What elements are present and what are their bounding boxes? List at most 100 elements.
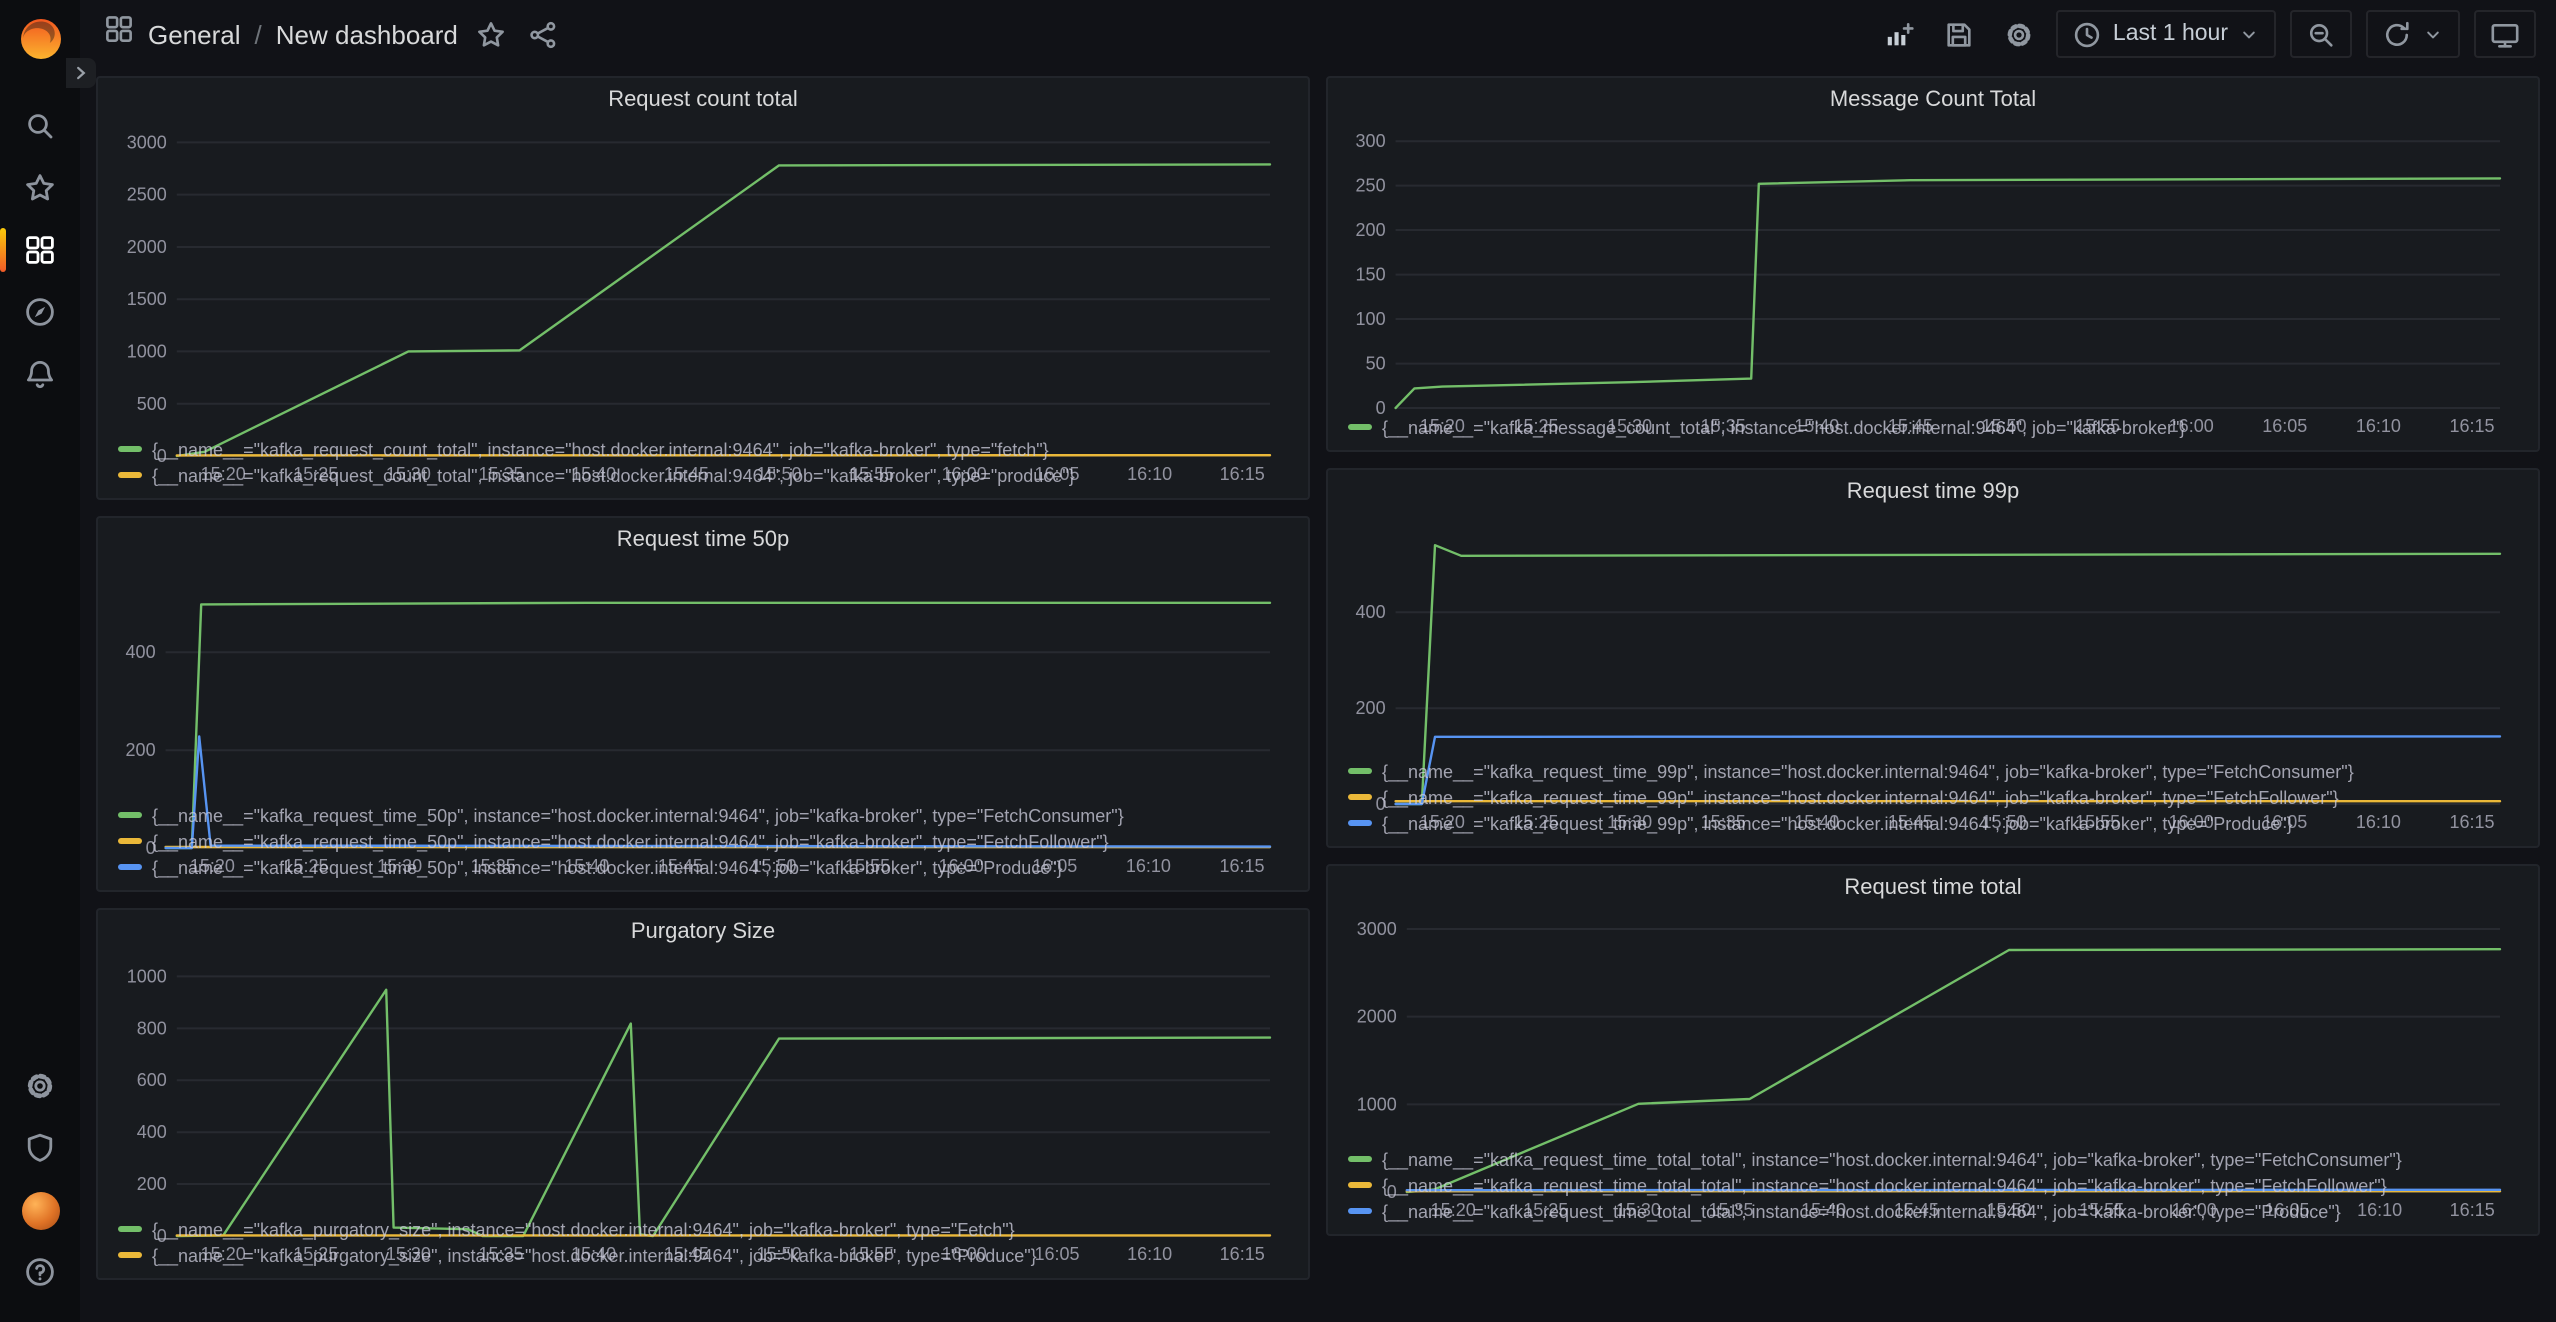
time-series-chart[interactable]: 0200400600800100015:2015:2515:3015:3515:… <box>116 950 1290 1216</box>
svg-text:400: 400 <box>126 642 156 662</box>
svg-text:500: 500 <box>137 394 167 414</box>
dashboards-grid-icon <box>24 234 56 266</box>
time-series-chart[interactable]: 010002000300015:2015:2515:3015:3515:4015… <box>1346 906 2520 1146</box>
add-panel-button[interactable] <box>1877 10 1923 58</box>
svg-text:1500: 1500 <box>127 289 167 309</box>
panel-title[interactable]: Message Count Total <box>1346 84 2520 118</box>
legend-item[interactable]: {__name__="kafka_purgatory_size", instan… <box>118 1216 1290 1242</box>
dashboard-settings-button[interactable] <box>1997 10 2043 58</box>
sidebar-item-dashboards[interactable] <box>12 222 68 278</box>
dashboard-column-right: Message Count Total 05010015020025030015… <box>1326 76 2540 1236</box>
series-color-swatch <box>1348 820 1372 826</box>
grafana-app: General / New dashboard <box>0 0 2556 1322</box>
dashboard-column-left: Request count total 05001000150020002500… <box>96 76 1310 1280</box>
sidebar-item-configuration[interactable] <box>12 1058 68 1114</box>
time-range-picker[interactable]: Last 1 hour <box>2057 10 2276 58</box>
panel-title[interactable]: Purgatory Size <box>116 916 1290 950</box>
svg-text:50: 50 <box>1366 354 1386 374</box>
svg-text:200: 200 <box>137 1174 167 1194</box>
legend-item[interactable]: {__name__="kafka_request_time_total_tota… <box>1348 1146 2520 1172</box>
series-color-swatch <box>1348 794 1372 800</box>
breadcrumb-folder[interactable]: General <box>148 19 241 49</box>
series-color-swatch <box>1348 1156 1372 1162</box>
apps-grid-icon <box>104 14 134 54</box>
svg-text:300: 300 <box>1356 131 1386 151</box>
series-color-swatch <box>1348 1208 1372 1214</box>
sidebar-item-alerting[interactable] <box>12 346 68 402</box>
chevron-down-icon <box>2238 23 2260 45</box>
legend-item[interactable]: {__name__="kafka_request_time_99p", inst… <box>1348 784 2520 810</box>
legend-item[interactable]: {__name__="kafka_request_time_50p", inst… <box>118 802 1290 828</box>
series-label: {__name__="kafka_request_time_50p", inst… <box>152 805 1124 825</box>
series-label: {__name__="kafka_request_time_99p", inst… <box>1382 761 2354 781</box>
save-dashboard-button[interactable] <box>1937 10 1983 58</box>
panel-title[interactable]: Request time 99p <box>1346 476 2520 510</box>
series-label: {__name__="kafka_request_time_99p", inst… <box>1382 813 2293 833</box>
dashboard-grid: Request count total 05001000150020002500… <box>80 68 2556 1322</box>
sidebar <box>0 0 80 1322</box>
panel-title[interactable]: Request time total <box>1346 872 2520 906</box>
legend-item[interactable]: {__name__="kafka_request_count_total", i… <box>118 436 1290 462</box>
help-circle-icon <box>24 1256 56 1288</box>
zoom-out-time-button[interactable] <box>2290 10 2352 58</box>
grafana-logo[interactable] <box>15 14 65 64</box>
gear-icon <box>24 1070 56 1102</box>
panel-request-time-total: Request time total 010002000300015:2015:… <box>1326 864 2540 1236</box>
sidebar-item-search[interactable] <box>12 98 68 154</box>
series-color-swatch <box>118 1252 142 1258</box>
sidebar-top-nav <box>12 92 68 408</box>
chevron-right-icon <box>72 64 90 82</box>
chevron-down-icon <box>2422 23 2444 45</box>
kiosk-mode-button[interactable] <box>2474 10 2536 58</box>
svg-text:1000: 1000 <box>127 341 167 361</box>
refresh-icon <box>2382 19 2412 49</box>
panel-request-count-total: Request count total 05001000150020002500… <box>96 76 1310 500</box>
shield-icon <box>24 1132 56 1164</box>
sidebar-item-server-admin[interactable] <box>12 1120 68 1176</box>
sidebar-item-profile[interactable] <box>12 1182 68 1238</box>
zoom-out-icon <box>2306 19 2336 49</box>
compass-icon <box>24 296 56 328</box>
series-color-swatch <box>118 812 142 818</box>
svg-text:3000: 3000 <box>1357 919 1397 939</box>
legend: {__name__="kafka_purgatory_size", instan… <box>116 1216 1290 1272</box>
sidebar-item-help[interactable] <box>12 1244 68 1300</box>
series-label: {__name__="kafka_purgatory_size", instan… <box>152 1245 1037 1265</box>
legend: {__name__="kafka_request_time_50p", inst… <box>116 802 1290 884</box>
legend-item[interactable]: {__name__="kafka_request_time_50p", inst… <box>118 854 1290 880</box>
breadcrumb-dashboard-title[interactable]: New dashboard <box>276 19 458 49</box>
share-dashboard-button[interactable] <box>524 15 562 53</box>
refresh-button[interactable] <box>2366 10 2460 58</box>
series-label: {__name__="kafka_request_time_50p", inst… <box>152 857 1063 877</box>
sidebar-item-starred[interactable] <box>12 160 68 216</box>
legend-item[interactable]: {__name__="kafka_request_time_99p", inst… <box>1348 758 2520 784</box>
legend-item[interactable]: {__name__="kafka_purgatory_size", instan… <box>118 1242 1290 1268</box>
panel-title[interactable]: Request count total <box>116 84 1290 118</box>
time-series-chart[interactable]: 020040015:2015:2515:3015:3515:4015:4515:… <box>116 558 1290 802</box>
star-dashboard-button[interactable] <box>472 15 510 53</box>
legend-item[interactable]: {__name__="kafka_request_count_total", i… <box>118 462 1290 488</box>
series-label: {__name__="kafka_message_count_total", i… <box>1382 417 2185 437</box>
time-range-label: Last 1 hour <box>2113 22 2228 46</box>
sidebar-expand-button[interactable] <box>66 58 96 88</box>
legend-item[interactable]: {__name__="kafka_request_time_99p", inst… <box>1348 810 2520 836</box>
legend-item[interactable]: {__name__="kafka_request_time_total_tota… <box>1348 1172 2520 1198</box>
legend-item[interactable]: {__name__="kafka_message_count_total", i… <box>1348 414 2520 440</box>
search-icon <box>24 110 56 142</box>
series-label: {__name__="kafka_request_count_total", i… <box>152 465 1075 485</box>
add-panel-icon <box>1885 19 1915 49</box>
panel-title[interactable]: Request time 50p <box>116 524 1290 558</box>
series-label: {__name__="kafka_request_time_total_tota… <box>1382 1175 2387 1195</box>
series-color-swatch <box>1348 1182 1372 1188</box>
time-series-chart[interactable]: 05001000150020002500300015:2015:2515:301… <box>116 118 1290 436</box>
svg-text:250: 250 <box>1356 176 1386 196</box>
series-color-swatch <box>118 1226 142 1232</box>
breadcrumb: General / New dashboard <box>104 14 562 54</box>
top-nav: General / New dashboard <box>80 0 2556 68</box>
time-series-chart[interactable]: 05010015020025030015:2015:2515:3015:3515… <box>1346 118 2520 414</box>
sidebar-item-explore[interactable] <box>12 284 68 340</box>
legend-item[interactable]: {__name__="kafka_request_time_50p", inst… <box>118 828 1290 854</box>
share-icon <box>528 19 558 49</box>
legend-item[interactable]: {__name__="kafka_request_time_total_tota… <box>1348 1198 2520 1224</box>
time-series-chart[interactable]: 020040015:2015:2515:3015:3515:4015:4515:… <box>1346 510 2520 758</box>
